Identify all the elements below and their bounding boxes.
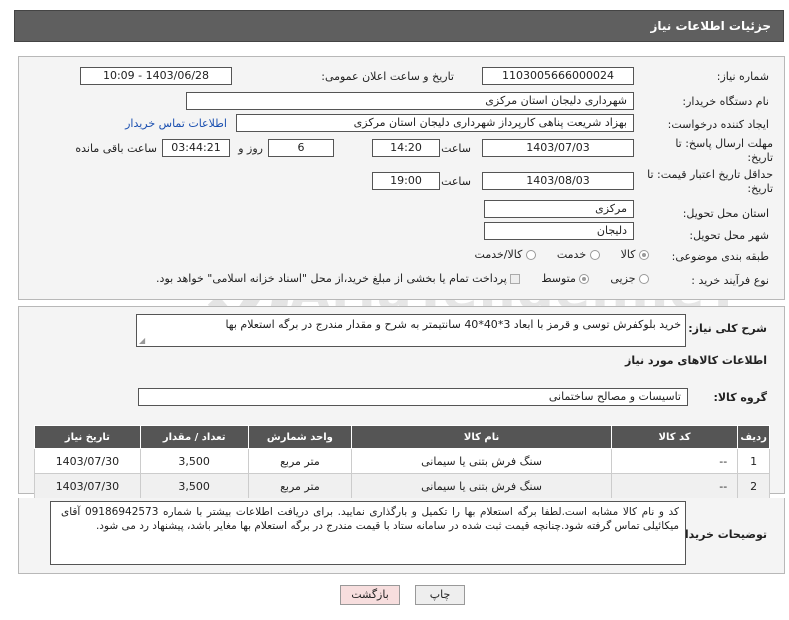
radio-icon (579, 274, 590, 284)
purchase-type-label: نوع فرآیند خرید : (691, 274, 769, 287)
col-header-unit: واحد شمارش (247, 425, 353, 449)
cell-name: سنگ فرش بتنی یا سیمانی (351, 448, 612, 474)
col-header-name: نام کالا (351, 425, 612, 449)
page-header: جزئیات اطلاعات نیاز (14, 10, 784, 42)
category-radio-goods[interactable]: کالا (621, 248, 649, 261)
col-header-date: تاریخ نیاز (34, 425, 141, 449)
goods-section-title: اطلاعات کالاهای مورد نیاز (625, 354, 767, 367)
cell-date: 1403/07/30 (34, 473, 141, 499)
city-label: شهر محل تحویل: (689, 229, 769, 242)
deadline-time-label: ساعت (441, 142, 471, 155)
print-button[interactable]: چاپ (415, 585, 465, 605)
table-header-row: ردیف کد کالا نام کالا واحد شمارش تعداد /… (34, 425, 770, 449)
buyer-label: نام دستگاه خریدار: (682, 95, 769, 108)
purchase-type-radio-group: جزیی متوسط پرداخت تمام یا بخشی از مبلغ خ… (156, 272, 649, 285)
back-button[interactable]: بازگشت (340, 585, 400, 605)
table-row[interactable]: 2 -- سنگ فرش بتنی یا سیمانی متر مربع 3,5… (34, 473, 770, 499)
need-number-field: 1103005666000024 (482, 67, 634, 85)
city-field: دلیجان (484, 222, 634, 240)
cell-unit: متر مربع (247, 473, 353, 499)
col-header-code: کد کالا (610, 425, 739, 449)
treasury-payment-note: پرداخت تمام یا بخشی از مبلغ خرید،از محل … (156, 272, 507, 285)
purchase-radio-minor[interactable]: جزیی (610, 272, 649, 285)
creator-field: بهزاد شریعت پناهی کارپرداز شهرداری دلیجا… (236, 114, 634, 132)
col-header-row-number: ردیف (737, 425, 770, 449)
contact-buyer-link[interactable]: اطلاعات تماس خریدار (125, 117, 227, 130)
cell-code: -- (610, 473, 739, 499)
days-remaining-field: 6 (268, 139, 334, 157)
radio-icon (639, 250, 649, 260)
cell-quantity: 3,500 (139, 448, 249, 474)
radio-icon (525, 250, 536, 260)
cell-quantity: 3,500 (139, 473, 249, 499)
announce-field: 1403/06/28 - 10:09 (80, 67, 232, 85)
treasury-payment-checkbox[interactable]: پرداخت تمام یا بخشی از مبلغ خرید،از محل … (156, 272, 521, 285)
province-label: استان محل تحویل: (682, 207, 769, 220)
creator-label: ایجاد کننده درخواست: (667, 118, 769, 131)
resize-handle-icon[interactable]: ◢ (139, 336, 145, 345)
cell-date: 1403/07/30 (34, 448, 141, 474)
radio-icon (589, 250, 600, 260)
table-row[interactable]: 1 -- سنگ فرش بتنی یا سیمانی متر مربع 3,5… (34, 448, 770, 474)
deadline-time-field: 14:20 (372, 139, 440, 157)
deadline-date-field: 1403/07/03 (482, 139, 634, 157)
validity-label: حداقل تاریخ اعتبار قیمت: تا تاریخ: (647, 168, 773, 195)
category-radio-service[interactable]: خدمت (557, 248, 600, 261)
buyer-notes-label: توضیحات خریدار: (674, 528, 767, 541)
page-title: جزئیات اطلاعات نیاز (650, 19, 771, 33)
cell-code: -- (610, 448, 739, 474)
deadline-label: مهلت ارسال پاسخ: تا تاریخ: (675, 137, 773, 164)
checkbox-icon (510, 274, 521, 284)
col-header-quantity: تعداد / مقدار (139, 425, 249, 449)
remaining-time-field: 03:44:21 (162, 139, 230, 157)
cell-name: سنگ فرش بتنی یا سیمانی (351, 473, 612, 499)
validity-time-field: 19:00 (372, 172, 440, 190)
category-label: طبقه بندی موضوعی: (671, 250, 769, 263)
goods-group-field: تاسیسات و مصالح ساختمانی (138, 388, 688, 406)
remaining-label: ساعت باقی مانده (75, 142, 157, 155)
goods-table: ردیف کد کالا نام کالا واحد شمارش تعداد /… (34, 425, 770, 499)
announce-label: تاریخ و ساعت اعلان عمومی: (321, 70, 454, 83)
goods-group-label: گروه کالا: (713, 391, 767, 404)
cell-row-number: 1 (737, 448, 770, 474)
radio-icon (639, 274, 649, 284)
description-label: شرح کلی نیاز: (688, 322, 767, 335)
cell-row-number: 2 (737, 473, 770, 499)
cell-unit: متر مربع (247, 448, 353, 474)
validity-date-field: 1403/08/03 (482, 172, 634, 190)
province-field: مرکزی (484, 200, 634, 218)
days-label: روز و (238, 142, 263, 155)
description-field: خرید بلوکفرش توسی و قرمز با ابعاد 3*40*4… (136, 314, 686, 347)
need-number-label: شماره نیاز: (716, 70, 769, 83)
category-radio-group: کالا خدمت کالا/خدمت (475, 248, 649, 261)
validity-time-label: ساعت (441, 175, 471, 188)
buyer-field: شهرداری دلیجان استان مرکزی (186, 92, 634, 110)
buyer-notes-field: کد و نام کالا مشابه است.لطفا برگه استعلا… (50, 501, 686, 565)
category-radio-goods-service[interactable]: کالا/خدمت (475, 248, 536, 261)
purchase-radio-medium[interactable]: متوسط (541, 272, 590, 285)
